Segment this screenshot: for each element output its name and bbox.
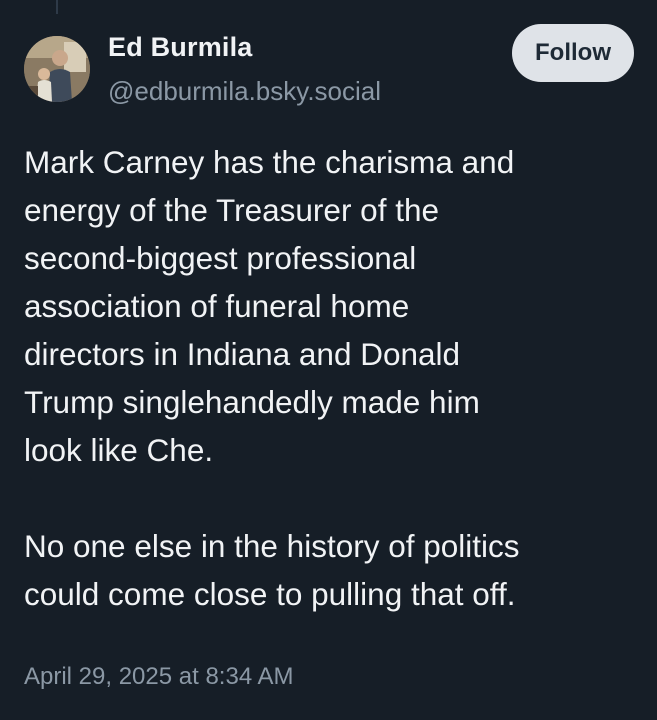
profile-photo-icon xyxy=(24,36,90,102)
author-name[interactable]: Ed Burmila xyxy=(108,32,253,63)
post-text: Mark Carney has the charisma and energy … xyxy=(24,138,644,618)
follow-button[interactable]: Follow xyxy=(512,24,634,82)
post-timestamp[interactable]: April 29, 2025 at 8:34 AM xyxy=(24,663,294,691)
post-header: Ed Burmila @edburmila.bsky.social Follow xyxy=(24,24,634,112)
post-paragraph: No one else in the history of politics c… xyxy=(24,528,520,612)
avatar[interactable] xyxy=(24,36,90,102)
author-handle[interactable]: @edburmila.bsky.social xyxy=(108,76,381,107)
thread-connector-line xyxy=(56,0,58,14)
post-paragraph: Mark Carney has the charisma and energy … xyxy=(24,144,515,468)
